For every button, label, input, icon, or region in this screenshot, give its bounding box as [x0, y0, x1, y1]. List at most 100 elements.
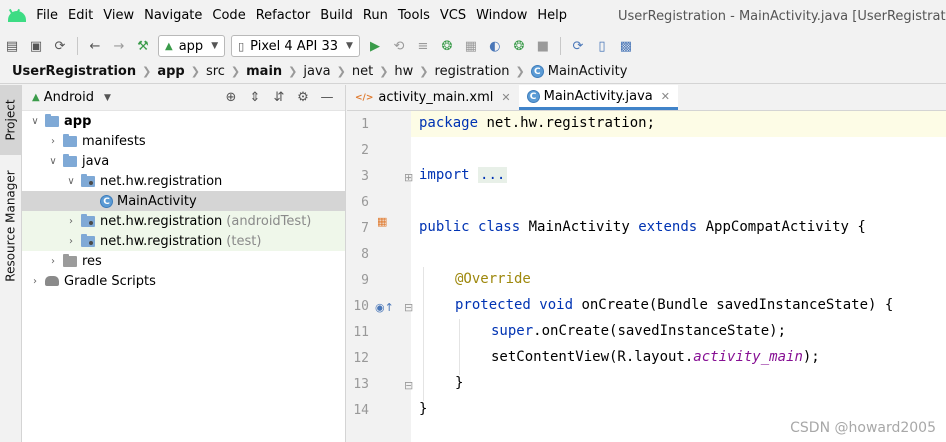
chevron-right-icon[interactable]: ›: [28, 276, 42, 287]
menu-window[interactable]: Window: [471, 0, 532, 32]
tab-mainactivity-java[interactable]: C MainActivity.java ✕: [518, 85, 678, 110]
save-all-icon[interactable]: ▣: [28, 38, 44, 54]
gear-icon[interactable]: ⚙: [295, 90, 311, 106]
chevron-right-icon[interactable]: ›: [64, 236, 78, 247]
forward-arrow-icon[interactable]: →: [111, 38, 127, 54]
chevron-right-icon[interactable]: ›: [46, 136, 60, 147]
tree-item-java[interactable]: ∨ java: [22, 151, 345, 171]
menu-edit[interactable]: Edit: [63, 0, 98, 32]
project-view-mode[interactable]: Android: [44, 90, 94, 105]
breadcrumb-item[interactable]: hw: [394, 64, 413, 79]
close-icon[interactable]: ✕: [661, 90, 670, 103]
attach-debugger-icon[interactable]: ▦: [463, 38, 479, 54]
chevron-down-icon[interactable]: ∨: [64, 176, 78, 187]
left-tool-strip: Project Resource Manager: [0, 85, 22, 442]
debug-icon[interactable]: ❂: [439, 38, 455, 54]
menu-bar: File Edit View Navigate Code Refactor Bu…: [0, 0, 946, 32]
fold-toggle-icon[interactable]: ⊟: [404, 301, 413, 314]
chevron-down-icon[interactable]: ∨: [28, 116, 42, 127]
sdk-manager-icon[interactable]: ▩: [618, 38, 634, 54]
menu-build[interactable]: Build: [315, 0, 358, 32]
breadcrumb-item[interactable]: main: [246, 64, 282, 79]
java-class-icon: C: [530, 65, 544, 78]
chevron-right-icon: ❯: [230, 65, 241, 78]
code-token: net.hw.registration;: [478, 115, 656, 131]
tree-item-label: MainActivity: [117, 193, 197, 209]
device-select[interactable]: ▯ Pixel 4 API 33 ▼: [231, 35, 360, 57]
collapse-all-icon[interactable]: ⇵: [271, 90, 287, 106]
chevron-down-icon[interactable]: ∨: [46, 156, 60, 167]
package-icon: [81, 173, 95, 187]
folder-icon: [63, 153, 77, 167]
package-icon: [81, 233, 95, 247]
line-number: 11: [353, 325, 369, 340]
tree-item-package-androidtest[interactable]: › net.hw.registration (androidTest): [22, 211, 345, 231]
fold-toggle-icon[interactable]: ⊞: [404, 171, 413, 184]
chevron-down-icon[interactable]: ▼: [104, 93, 111, 103]
chevron-right-icon: ❯: [288, 65, 298, 78]
menu-view[interactable]: View: [98, 0, 139, 32]
menu-navigate[interactable]: Navigate: [139, 0, 207, 32]
tree-item-package-test[interactable]: › net.hw.registration (test): [22, 231, 345, 251]
folded-imports[interactable]: ...: [478, 167, 508, 183]
tab-project[interactable]: Project: [0, 85, 21, 155]
tree-item-manifests[interactable]: › manifests: [22, 131, 345, 151]
tab-activity-main-xml[interactable]: </> activity_main.xml ✕: [347, 85, 519, 110]
profile-icon[interactable]: ◐: [487, 38, 503, 54]
menu-help[interactable]: Help: [532, 0, 572, 32]
menu-code[interactable]: Code: [207, 0, 250, 32]
line-number: 13: [353, 377, 369, 392]
tree-item-app[interactable]: ∨ app: [22, 111, 345, 131]
menu-refactor[interactable]: Refactor: [251, 0, 316, 32]
code-area[interactable]: 1 2 3 6 7 8 9 10 11 12 13 14 ⊞ ▦ ◉↑ ⊟ ⊟ …: [347, 111, 946, 442]
chevron-right-icon: ❯: [419, 65, 429, 78]
close-icon[interactable]: ✕: [501, 91, 510, 104]
project-panel-header: ▲ Android ▼ ⊕ ⇕ ⇵ ⚙ —: [22, 85, 345, 111]
tree-item-label: manifests: [82, 133, 146, 149]
menu-run[interactable]: Run: [358, 0, 393, 32]
breadcrumb-item[interactable]: registration: [435, 64, 510, 79]
breadcrumb-item[interactable]: src: [206, 64, 225, 79]
device-icon: ▯: [238, 39, 245, 53]
breadcrumb-item[interactable]: app: [157, 64, 184, 79]
sync-icon[interactable]: ⟳: [52, 38, 68, 54]
chevron-right-icon[interactable]: ›: [64, 216, 78, 227]
menu-vcs[interactable]: VCS: [435, 0, 471, 32]
code-token: setContentView(R.layout.: [491, 349, 694, 365]
run-icon[interactable]: ▶: [367, 38, 383, 54]
tree-item-mainactivity[interactable]: C MainActivity: [22, 191, 345, 211]
breadcrumb-item[interactable]: UserRegistration: [12, 64, 136, 79]
stop-icon[interactable]: ■: [535, 38, 551, 54]
breadcrumb-item[interactable]: MainActivity: [548, 64, 628, 79]
breadcrumb-item[interactable]: java: [303, 64, 330, 79]
chevron-right-icon[interactable]: ›: [46, 256, 60, 267]
menu-file[interactable]: File: [31, 0, 63, 32]
menu-tools[interactable]: Tools: [393, 0, 435, 32]
locate-file-icon[interactable]: ⊕: [223, 90, 239, 106]
expand-all-icon[interactable]: ⇕: [247, 90, 263, 106]
build-hammer-icon[interactable]: ⚒: [135, 38, 151, 54]
run-with-coverage-icon[interactable]: ❂: [511, 38, 527, 54]
code-line-13: }: [419, 375, 463, 391]
apply-code-changes-icon[interactable]: ≡: [415, 38, 431, 54]
breadcrumb: UserRegistration ❯ app ❯ src ❯ main ❯ ja…: [0, 60, 946, 84]
apply-changes-icon[interactable]: ⟲: [391, 38, 407, 54]
editor-tabs: </> activity_main.xml ✕ C MainActivity.j…: [347, 85, 946, 111]
breadcrumb-item[interactable]: net: [352, 64, 373, 79]
open-folder-icon[interactable]: ▤: [4, 38, 20, 54]
back-arrow-icon[interactable]: ←: [87, 38, 103, 54]
tree-item-res[interactable]: › res: [22, 251, 345, 271]
tab-resource-manager[interactable]: Resource Manager: [0, 161, 21, 291]
layout-file-marker-icon[interactable]: ▦: [377, 215, 387, 228]
fold-toggle-icon[interactable]: ⊟: [404, 379, 413, 392]
override-method-icon[interactable]: ◉↑: [375, 301, 394, 314]
tree-item-package-main[interactable]: ∨ net.hw.registration: [22, 171, 345, 191]
java-class-icon: C: [526, 89, 540, 103]
tab-label: MainActivity.java: [543, 88, 653, 104]
hide-panel-icon[interactable]: —: [319, 90, 335, 106]
gradle-sync-icon[interactable]: ⟳: [570, 38, 586, 54]
device-manager-icon[interactable]: ▯: [594, 38, 610, 54]
code-token: @Override: [455, 271, 531, 287]
run-config-select[interactable]: ▲ app ▼: [158, 35, 226, 57]
tree-item-gradle-scripts[interactable]: › Gradle Scripts: [22, 271, 345, 291]
